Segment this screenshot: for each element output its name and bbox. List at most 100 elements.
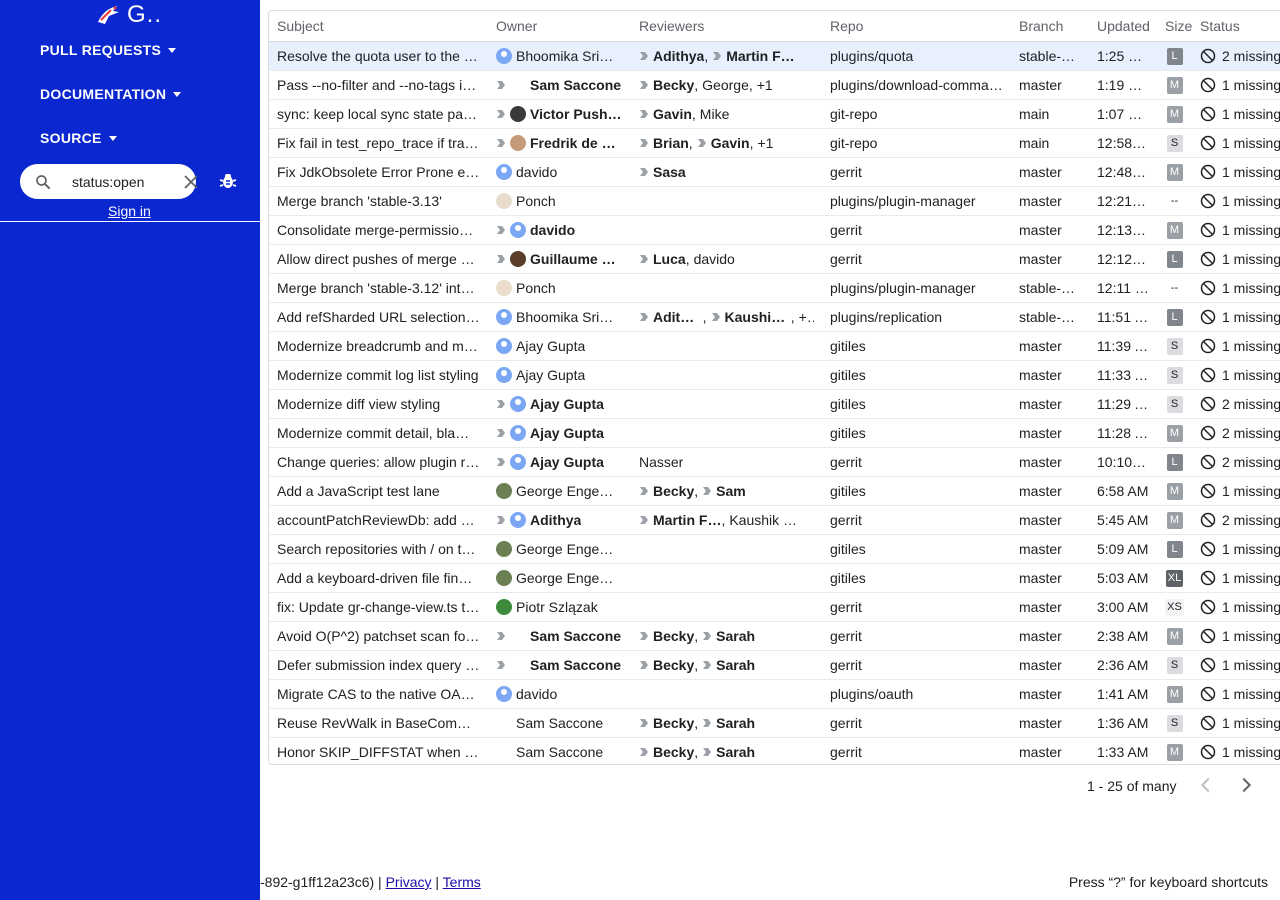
owner-name[interactable]: George Enge… [516,541,613,557]
subject-cell[interactable]: Allow direct pushes of merge c… [269,244,488,274]
reviewer-name[interactable]: +1 [799,309,814,325]
owner-name[interactable]: Sam Saccone [530,628,621,644]
chevron-right-icon[interactable] [1235,774,1257,796]
subject-cell[interactable]: Avoid O(P^2) patchset scan for… [269,621,488,651]
owner-name[interactable]: Sam Saccone [516,744,603,760]
reviewer-name[interactable]: Gavin [711,135,750,151]
branch-cell[interactable]: master [1011,157,1089,187]
reviewer-name[interactable]: Sarah [716,657,755,673]
repo-cell[interactable]: gitiles [822,331,1011,361]
branch-cell[interactable]: master [1011,563,1089,593]
owner-name[interactable]: Bhoomika Sri… [516,48,613,64]
reviewer-name[interactable]: Becky [653,628,694,644]
branch-cell[interactable]: main [1011,99,1089,129]
reviewer-name[interactable]: Becky [653,77,694,93]
reviewer-name[interactable]: Mike [700,106,730,122]
table-row[interactable]: Search repositories with / on th… George … [269,534,1280,564]
subject-cell[interactable]: Modernize commit detail, blam… [269,418,488,448]
column-header[interactable]: Size [1157,11,1192,42]
table-row[interactable]: Modernize diff view styling Ajay Gupta git… [269,389,1280,419]
table-row[interactable]: Consolidate merge-permission … davido gerr… [269,215,1280,245]
owner-name[interactable]: Ajay Gupta [516,367,585,383]
repo-cell[interactable]: gerrit [822,447,1011,477]
owner-name[interactable]: Ajay Gupta [530,396,604,412]
column-header[interactable]: Status [1192,11,1280,42]
owner-name[interactable]: davido [516,686,557,702]
table-row[interactable]: Honor SKIP_DIFFSTAT when f… Sam Saccone Be… [269,737,1280,764]
table-row[interactable]: Migrate CAS to the native OAut… davido plu… [269,679,1280,709]
reviewer-name[interactable]: Kaushik … [729,512,797,528]
table-row[interactable]: Merge branch 'stable-3.13' Ponch plugins/p… [269,186,1280,216]
branch-cell[interactable]: master [1011,360,1089,390]
branch-cell[interactable]: main [1011,128,1089,158]
owner-name[interactable]: Guillaume C… [530,251,623,267]
repo-cell[interactable]: git-repo [822,128,1011,158]
table-row[interactable]: Merge branch 'stable-3.12' into … Ponch pl… [269,273,1280,303]
reviewer-name[interactable]: Gavin [653,106,692,122]
reviewer-name[interactable]: Becky [653,715,694,731]
close-icon[interactable] [183,174,199,190]
reviewer-name[interactable]: +1 [757,135,773,151]
repo-cell[interactable]: gerrit [822,215,1011,245]
repo-cell[interactable]: plugins/oauth [822,679,1011,709]
owner-name[interactable]: Ajay Gupta [516,338,585,354]
reviewer-name[interactable]: Sasa [653,164,686,180]
owner-name[interactable]: Sam Saccone [516,715,603,731]
repo-cell[interactable]: gerrit [822,708,1011,738]
reviewer-name[interactable]: Sarah [716,715,755,731]
repo-cell[interactable]: plugins/quota [822,41,1011,71]
reviewer-name[interactable]: Adithya [653,309,703,325]
owner-name[interactable]: Sam Saccone [530,77,621,93]
privacy-link[interactable]: Privacy [386,874,432,890]
subject-cell[interactable]: Modernize diff view styling [269,389,488,419]
reviewer-name[interactable]: Becky [653,483,694,499]
table-row[interactable]: accountPatchReviewDb: add pl… Adithya Mart… [269,505,1280,535]
reviewer-name[interactable]: Sarah [716,628,755,644]
subject-cell[interactable]: Fix JdkObsolete Error Prone er… [269,157,488,187]
subject-cell[interactable]: Migrate CAS to the native OAut… [269,679,488,709]
repo-cell[interactable]: gitiles [822,534,1011,564]
sign-in-link[interactable]: Sign in [108,203,151,219]
branch-cell[interactable]: master [1011,737,1089,764]
table-row[interactable]: fix: Update gr-change-view.ts to… Piotr S… [269,592,1280,622]
branch-cell[interactable]: master [1011,389,1089,419]
table-row[interactable]: Pass --no-filter and --no-tags in … Sam S… [269,70,1280,100]
branch-cell[interactable]: master [1011,679,1089,709]
repo-cell[interactable]: plugins/plugin-manager [822,186,1011,216]
reviewer-name[interactable]: Sam [716,483,746,499]
owner-name[interactable]: Bhoomika Sri… [516,309,613,325]
repo-cell[interactable]: gitiles [822,476,1011,506]
subject-cell[interactable]: Resolve the quota user to the a… [269,41,488,71]
branch-cell[interactable]: stable-3.13 [1011,273,1089,303]
table-row[interactable]: Add a JavaScript test lane George Enge… Be… [269,476,1280,506]
subject-cell[interactable]: Fix fail in test_repo_trace if trac… [269,128,488,158]
repo-cell[interactable]: plugins/plugin-manager [822,273,1011,303]
table-row[interactable]: Defer submission index query i… Sam Sacco… [269,650,1280,680]
branch-cell[interactable]: master [1011,534,1089,564]
owner-name[interactable]: Piotr Szlązak [516,599,598,615]
column-header[interactable]: Updated [1089,11,1157,42]
table-row[interactable]: Modernize commit detail, blam… Ajay Gupta… [269,418,1280,448]
subject-cell[interactable]: Defer submission index query i… [269,650,488,680]
subject-cell[interactable]: Change queries: allow plugin re… [269,447,488,477]
owner-name[interactable]: Sam Saccone [530,657,621,673]
subject-cell[interactable]: Add refSharded URL selection … [269,302,488,332]
reviewer-name[interactable]: Brian [653,135,689,151]
table-row[interactable]: sync: keep local sync state pat… Victor P… [269,99,1280,129]
reviewer-name[interactable]: +1 [757,77,773,93]
branch-cell[interactable]: stable-3.13 [1011,41,1089,71]
branch-cell[interactable]: master [1011,505,1089,535]
subject-cell[interactable]: Add a keyboard-driven file find… [269,563,488,593]
reviewer-name[interactable]: Becky [653,657,694,673]
subject-cell[interactable]: Add a JavaScript test lane [269,476,488,506]
owner-name[interactable]: Victor Pushk… [530,106,623,122]
branch-cell[interactable]: master [1011,186,1089,216]
branch-cell[interactable]: stable-3.11 [1011,302,1089,332]
repo-cell[interactable]: gerrit [822,737,1011,764]
repo-cell[interactable]: plugins/replication [822,302,1011,332]
chevron-left-icon[interactable] [1195,774,1217,796]
branch-cell[interactable]: master [1011,215,1089,245]
repo-cell[interactable]: gerrit [822,650,1011,680]
nav-pull-requests[interactable]: PULL REQUESTS [40,42,177,58]
table-row[interactable]: Avoid O(P^2) patchset scan for… Sam Sacco… [269,621,1280,651]
